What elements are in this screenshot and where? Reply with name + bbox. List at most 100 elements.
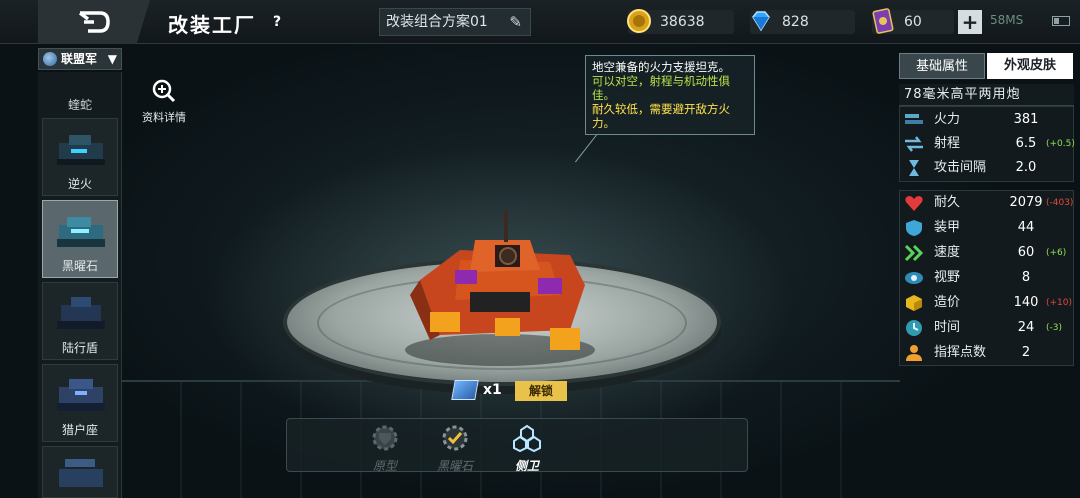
tooltip-line-3: 耐久较低，需要避开敌方火力。 [592, 102, 730, 130]
shield-icon [906, 220, 922, 236]
plan-name-field[interactable]: 改装组合方案01 ✎ [379, 8, 531, 36]
stat-tabs: 基础属性 外观皮肤 [899, 53, 1074, 79]
tank-description-tooltip: 地空兼备的火力支援坦克。 可以对空，射程与机动性俱佳。 耐久较低，需要避开敌方火… [585, 55, 755, 135]
mod-label: 侧卫 [514, 459, 539, 473]
diamond-icon [752, 11, 770, 32]
stat-name: 造价 [934, 295, 961, 310]
tank-thumbnail-icon [57, 379, 105, 411]
prototype-gear-icon [372, 425, 398, 451]
stat-name: 耐久 [934, 195, 961, 210]
sidebar-item-label: 黑曜石 [61, 259, 98, 273]
stat-bonus: (-3) [1046, 323, 1062, 333]
stat-row-range: 射程 6.5 (+0.5) [900, 132, 1075, 156]
stat-row-command-points: 指挥点数 2 [900, 341, 1073, 365]
unit-stats: 耐久 2079 (-403) 装甲 44 速度 60 (+6) 视野 8 造价 … [899, 190, 1074, 366]
sidebar-item-luxingdun[interactable]: 陆行盾 [42, 282, 118, 360]
card-icon [872, 8, 894, 34]
sidebar-item-next[interactable] [42, 446, 118, 498]
stat-value: 60 [1017, 245, 1035, 260]
stat-bonus: (+0.5) [1046, 139, 1075, 149]
stat-value: 6.5 [1015, 136, 1037, 151]
sidebar-item-label: 逆火 [67, 177, 92, 191]
stat-value: 44 [1017, 220, 1035, 235]
flanker-hex-icon [513, 424, 541, 453]
faction-label: 联盟军 [61, 52, 98, 66]
gold-counter: 38638 [627, 9, 734, 34]
detail-label: 资料详情 [142, 111, 186, 124]
network-status: 58MS [990, 13, 1024, 27]
card-value: 60 [904, 14, 922, 30]
eye-icon [905, 272, 923, 284]
sidebar-item-liehuzuo[interactable]: 猎户座 [42, 364, 118, 442]
mod-label: 黑曜石 [436, 459, 473, 473]
unit-sidebar[interactable]: 逆火 黑曜石 陆行盾 猎户座 [38, 72, 122, 498]
page-title: 改装工厂 [168, 13, 256, 37]
mod-flanker[interactable]: 侧卫 [497, 423, 557, 474]
globe-icon [43, 52, 57, 66]
blueprint-card-icon [451, 380, 479, 400]
stat-bonus: (-403) [1046, 198, 1074, 208]
weapon-name: 78毫米高平两用炮 [899, 84, 1074, 106]
tab-base-attributes[interactable]: 基础属性 [899, 53, 985, 79]
stat-bonus: (+6) [1046, 248, 1067, 258]
plan-name-label: 改装组合方案01 [386, 14, 488, 30]
stat-name: 射程 [934, 136, 961, 151]
top-bar: 改装工厂 ? 改装组合方案01 ✎ 38638 828 60 + 58MS [0, 0, 1080, 44]
tank-model[interactable] [400, 200, 600, 370]
zoom-in-icon [152, 79, 176, 103]
stat-row-vision: 视野 8 [900, 266, 1073, 290]
sidebar-item-viper-label[interactable]: 蝰蛇 [38, 96, 122, 113]
stat-value: 2079 [1009, 195, 1043, 210]
stat-row-time: 时间 24 (-3) [900, 316, 1073, 340]
unlock-button[interactable]: 解锁 [515, 381, 567, 401]
obsidian-check-icon [442, 425, 468, 451]
mod-obsidian[interactable]: 黑曜石 [425, 423, 485, 474]
detail-button[interactable]: 资料详情 [140, 78, 188, 125]
stat-row-cost: 造价 140 (+10) [900, 291, 1073, 315]
tooltip-line-2: 可以对空，射程与机动性俱佳。 [592, 74, 730, 102]
stat-value: 2 [1021, 345, 1031, 360]
speed-chevron-icon [904, 244, 924, 262]
card-counter: 60 [872, 8, 954, 34]
stat-row-armor: 装甲 44 [900, 216, 1073, 240]
mod-selector: 原型 黑曜石 侧卫 [286, 418, 748, 474]
stat-name: 速度 [934, 245, 961, 260]
stat-value: 8 [1021, 270, 1031, 285]
commander-icon [906, 345, 922, 361]
stat-name: 时间 [934, 320, 961, 335]
gold-coin-icon [627, 9, 651, 33]
stat-name: 视野 [934, 270, 961, 285]
diamond-counter: 828 [750, 10, 855, 34]
stat-name: 火力 [934, 112, 961, 127]
clock-icon [906, 320, 922, 336]
stat-row-interval: 攻击间隔 2.0 [900, 156, 1073, 180]
stat-value: 381 [1013, 112, 1039, 127]
chevron-down-icon: ▼ [107, 52, 117, 66]
back-button[interactable] [38, 0, 150, 44]
combat-stats: 火力 381 射程 6.5 (+0.5) 攻击间隔 2.0 [899, 106, 1075, 182]
stat-name: 指挥点数 [934, 345, 987, 360]
stat-value: 24 [1017, 320, 1035, 335]
mod-prototype[interactable]: 原型 [355, 423, 415, 474]
stat-name: 装甲 [934, 220, 961, 235]
card-quantity: x1 [483, 382, 502, 398]
pencil-icon[interactable]: ✎ [509, 9, 522, 35]
sidebar-item-heiyaoshi[interactable]: 黑曜石 [42, 200, 118, 278]
stat-row-firepower: 火力 381 [900, 108, 1073, 132]
heart-icon [905, 196, 923, 211]
add-currency-button[interactable]: + [958, 10, 982, 34]
help-icon[interactable]: ? [268, 13, 286, 31]
back-arrow-icon [78, 11, 110, 33]
tank-thumbnail-icon [57, 297, 105, 329]
stat-row-durability: 耐久 2079 (-403) [900, 191, 1073, 215]
stat-row-speed: 速度 60 (+6) [900, 241, 1073, 265]
gold-value: 38638 [660, 14, 705, 30]
stat-value: 140 [1013, 295, 1039, 310]
tank-thumbnail-icon [57, 217, 105, 247]
tab-skins[interactable]: 外观皮肤 [987, 53, 1073, 79]
faction-dropdown[interactable]: 联盟军 ▼ [38, 48, 122, 70]
sidebar-item-nihuo[interactable]: 逆火 [42, 118, 118, 196]
tank-thumbnail-icon [59, 459, 103, 487]
mod-label: 原型 [372, 459, 397, 473]
stat-bonus: (+10) [1046, 298, 1073, 308]
